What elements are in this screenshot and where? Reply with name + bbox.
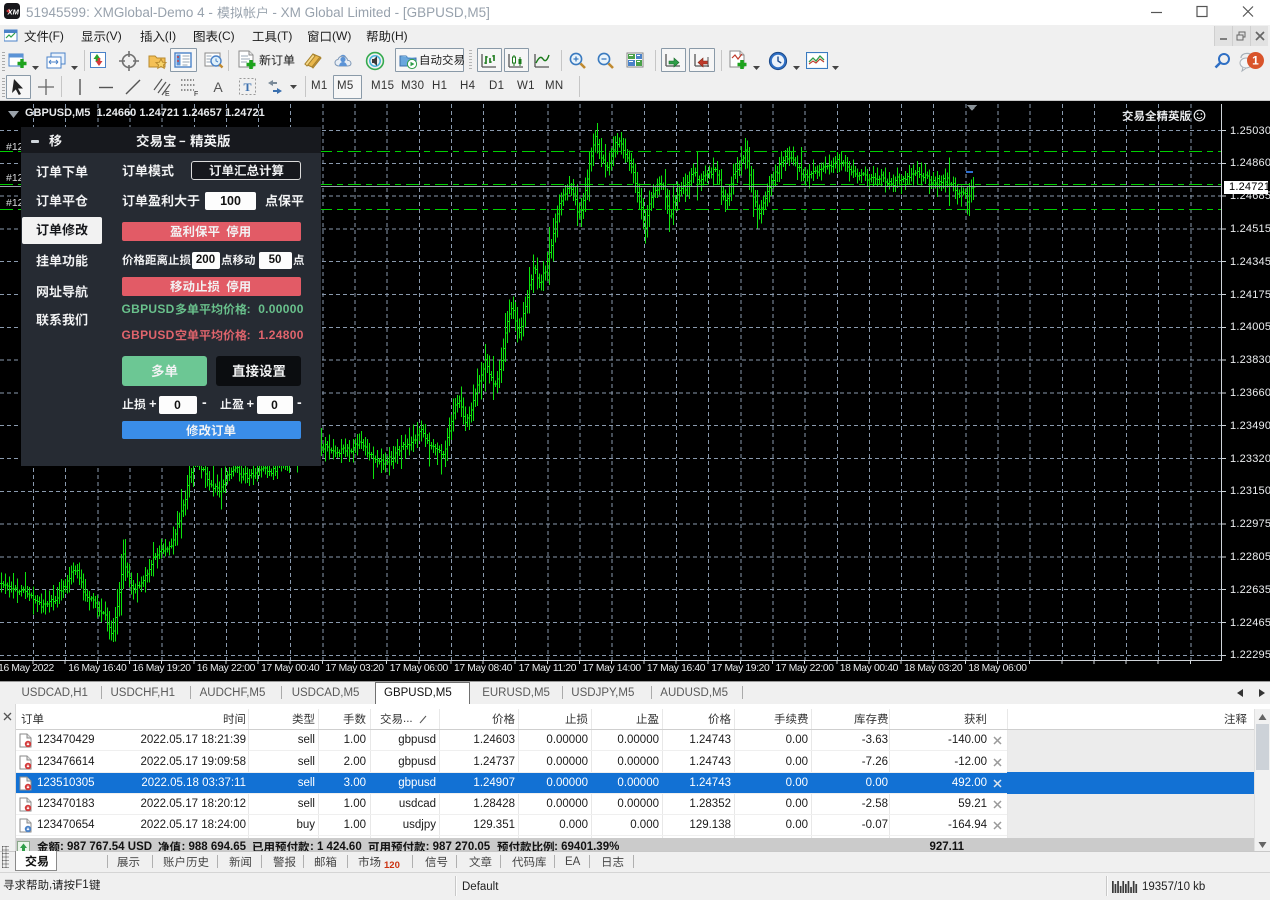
svg-text:XM: XM	[7, 8, 20, 17]
svg-text:T: T	[243, 80, 251, 94]
svg-text:1: 1	[1252, 54, 1259, 68]
svg-text:E: E	[165, 91, 170, 97]
svg-text:A: A	[213, 79, 223, 95]
svg-text:F: F	[194, 91, 198, 97]
